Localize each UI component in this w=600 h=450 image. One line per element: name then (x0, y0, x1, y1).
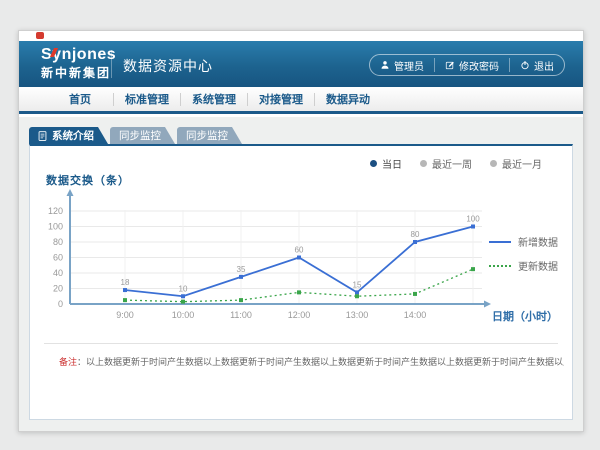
time-range-filter: 当日 最近一周 最近一月 (370, 156, 542, 171)
legend-label: 更新数据 (518, 258, 558, 273)
svg-text:12:00: 12:00 (288, 310, 311, 320)
power-icon (520, 60, 530, 70)
logo-secondary: 新中新集团 (41, 66, 111, 80)
nav-item-data-change[interactable]: 数据异动 (315, 87, 381, 111)
svg-text:120: 120 (48, 206, 63, 216)
svg-text:18: 18 (121, 278, 130, 287)
legend-label: 新增数据 (518, 234, 558, 249)
svg-text:11:00: 11:00 (230, 310, 252, 320)
logout-label: 退出 (534, 58, 554, 73)
radio-label: 当日 (382, 156, 402, 171)
radio-dot (490, 160, 497, 167)
svg-text:40: 40 (53, 268, 63, 278)
radio-dot (420, 160, 427, 167)
svg-text:10: 10 (179, 284, 188, 293)
radio-last-month[interactable]: 最近一月 (490, 156, 542, 171)
svg-text:100: 100 (48, 222, 63, 232)
svg-text:80: 80 (411, 230, 420, 239)
svg-text:15: 15 (353, 280, 362, 289)
tab-label: 系统介绍 (52, 128, 94, 143)
legend-item-new-data: 新增数据 (489, 234, 558, 249)
tab-label: 同步监控 (119, 128, 161, 143)
nav-item-home[interactable]: 首页 (47, 87, 113, 111)
user-icon (380, 60, 390, 70)
chart-x-axis-title: 日期（小时） (492, 308, 558, 324)
user-button[interactable]: 管理员 (370, 58, 434, 72)
change-password-label: 修改密码 (459, 58, 499, 73)
note-text: ：以上数据更新于时间产生数据以上数据更新于时间产生数据以上数据更新于时间产生数据… (77, 357, 564, 367)
svg-text:0: 0 (58, 299, 63, 309)
window-logo-mark (36, 32, 44, 39)
chart-panel: 当日 最近一周 最近一月 数据交换（条） 0204060801001209:00… (29, 144, 573, 420)
nav-item-integration[interactable]: 对接管理 (248, 87, 314, 111)
user-label: 管理员 (394, 58, 424, 73)
page-title: 数据资源中心 (123, 56, 213, 76)
svg-text:60: 60 (295, 246, 304, 255)
tab-label: 同步监控 (186, 128, 228, 143)
tab-bar: 系统介绍 同步监控 同步监控 (29, 127, 244, 144)
radio-label: 最近一周 (432, 156, 472, 171)
panel-divider (44, 343, 558, 344)
app-window: Synjones 新中新集团 数据资源中心 管理员 修改密码 (18, 30, 584, 432)
header-divider (111, 50, 112, 78)
app-header: Synjones 新中新集团 数据资源中心 管理员 修改密码 (19, 41, 583, 87)
svg-text:10:00: 10:00 (172, 310, 195, 320)
nav-item-system[interactable]: 系统管理 (181, 87, 247, 111)
legend-line-swatch (489, 241, 511, 243)
radio-today[interactable]: 当日 (370, 156, 402, 171)
tab-system-intro[interactable]: 系统介绍 (29, 127, 108, 144)
radio-dot (370, 160, 377, 167)
logo-primary: Synjones (41, 46, 116, 64)
radio-last-week[interactable]: 最近一周 (420, 156, 472, 171)
nav-item-standards[interactable]: 标准管理 (114, 87, 180, 111)
radio-label: 最近一月 (502, 156, 542, 171)
footer-note: 备注：以上数据更新于时间产生数据以上数据更新于时间产生数据以上数据更新于时间产生… (59, 355, 564, 368)
svg-text:80: 80 (53, 237, 63, 247)
svg-text:9:00: 9:00 (116, 310, 134, 320)
svg-text:60: 60 (53, 253, 63, 263)
edit-icon (445, 60, 455, 70)
note-label: 备注 (59, 357, 77, 367)
document-icon (38, 131, 48, 141)
user-toolbar: 管理员 修改密码 退出 (369, 54, 565, 76)
svg-text:20: 20 (53, 284, 63, 294)
tab-sync-monitor-1[interactable]: 同步监控 (110, 127, 175, 144)
change-password-button[interactable]: 修改密码 (434, 58, 509, 72)
svg-text:14:00: 14:00 (404, 310, 427, 320)
svg-text:13:00: 13:00 (346, 310, 369, 320)
tab-sync-monitor-2[interactable]: 同步监控 (177, 127, 242, 144)
legend-line-swatch (489, 265, 511, 267)
chart-legend: 新增数据 更新数据 (489, 234, 558, 282)
content-area: 系统介绍 同步监控 同步监控 当日 最近一周 (19, 117, 583, 431)
logout-button[interactable]: 退出 (509, 58, 564, 72)
main-nav: 首页 标准管理 系统管理 对接管理 数据异动 (19, 87, 583, 114)
legend-item-updated-data: 更新数据 (489, 258, 558, 273)
svg-text:100: 100 (466, 215, 480, 224)
logo: Synjones 新中新集团 (41, 46, 116, 81)
svg-text:35: 35 (237, 265, 246, 274)
